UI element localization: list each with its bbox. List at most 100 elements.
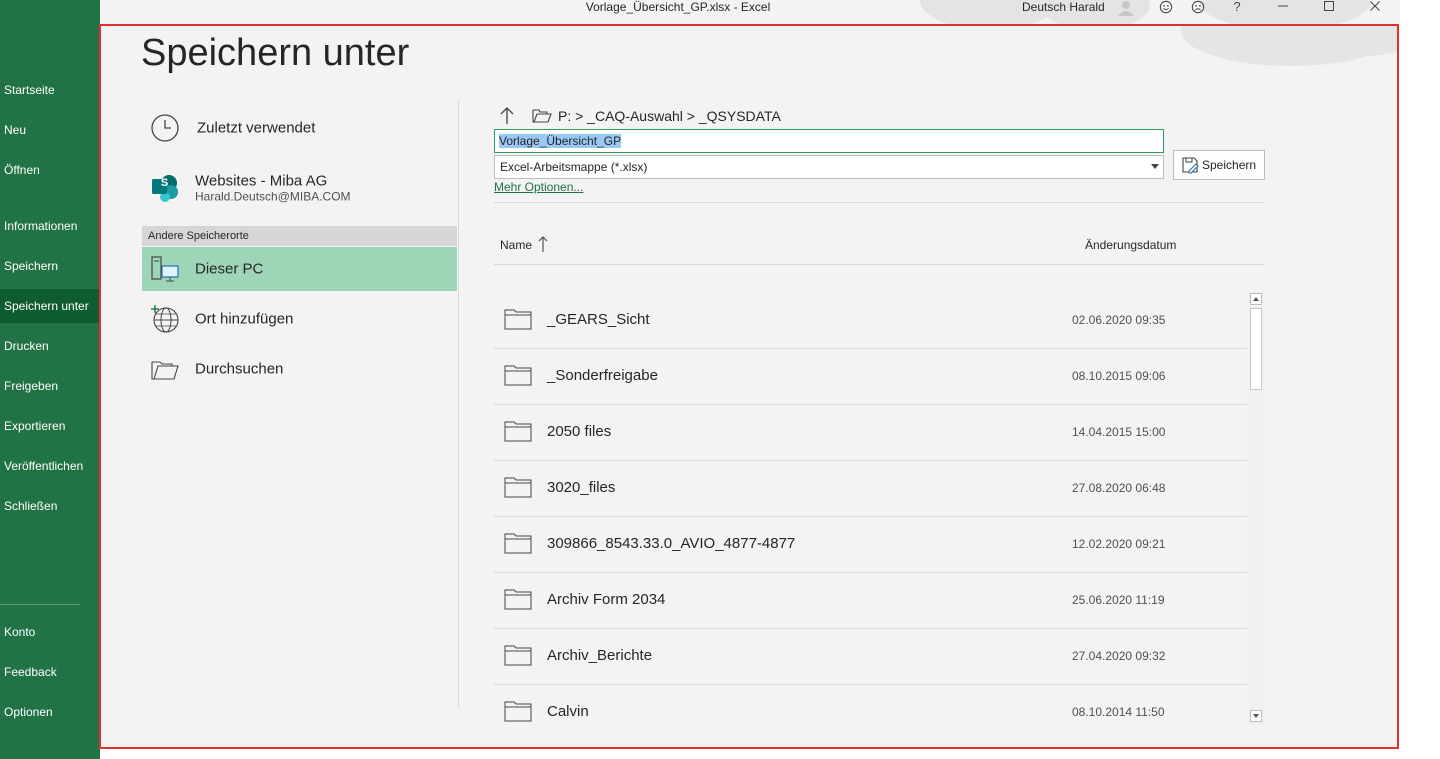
file-name: 309866_8543.33.0_AVIO_4877-4877: [547, 535, 796, 552]
folder-icon: [504, 533, 532, 554]
save-button[interactable]: Speichern: [1173, 150, 1265, 180]
smile-icon[interactable]: [1154, 0, 1178, 14]
location-recent[interactable]: Zuletzt verwendet: [142, 104, 457, 152]
sidebar-item-neu[interactable]: Neu: [0, 113, 100, 147]
save-as-panel: Speichern unter Zuletzt verwendet S Webs…: [99, 24, 1399, 749]
sidebar-item-feedback[interactable]: Feedback: [0, 655, 100, 689]
table-row[interactable]: _Sonderfreigabe 08.10.2015 09:06: [494, 348, 1247, 405]
breadcrumb[interactable]: P: > _CAQ-Auswahl > _QSYSDATA: [558, 104, 781, 128]
sidebar-item-veroeffentlichen[interactable]: Veröffentlichen: [0, 449, 100, 483]
folder-icon: [504, 589, 532, 610]
sidebar-item-startseite[interactable]: Startseite: [0, 73, 100, 107]
sharepoint-badge: S: [160, 177, 169, 189]
computer-icon: [151, 256, 179, 282]
file-name: Calvin: [547, 703, 589, 720]
filetype-value: Excel-Arbeitsmappe (*.xlsx): [500, 160, 648, 174]
sidebar-item-konto[interactable]: Konto: [0, 615, 100, 649]
filename-selected-text: Vorlage_Übersicht_GP: [499, 134, 622, 148]
table-row[interactable]: 309866_8543.33.0_AVIO_4877-4877 12.02.20…: [494, 516, 1247, 573]
folder-icon: [504, 421, 532, 442]
file-date: 08.10.2015 09:06: [1072, 369, 1166, 383]
filename-input[interactable]: Vorlage_Übersicht_GP: [494, 129, 1164, 153]
file-name: Archiv_Berichte: [547, 647, 653, 664]
file-list: _GEARS_Sicht 02.06.2020 09:35 _Sonderfre…: [494, 292, 1249, 734]
sharepoint-title: Websites - Miba AG: [195, 172, 328, 190]
open-folder-icon: [151, 361, 179, 380]
sidebar-item-speichern[interactable]: Speichern: [0, 249, 100, 283]
scroll-up-button[interactable]: [1250, 293, 1262, 305]
sidebar-item-speichern-unter[interactable]: Speichern unter: [0, 289, 100, 323]
save-button-label: Speichern: [1202, 158, 1257, 172]
sidebar-item-oeffnen[interactable]: Öffnen: [0, 153, 100, 187]
sidebar-item-freigeben[interactable]: Freigeben: [0, 369, 100, 403]
location-sharepoint-label: Websites - Miba AG Harald.Deutsch@MIBA.C…: [195, 173, 351, 204]
up-arrow-icon[interactable]: [497, 104, 517, 128]
more-options-link[interactable]: Mehr Optionen...: [494, 180, 583, 194]
sharepoint-account: Harald.Deutsch@MIBA.COM: [195, 189, 351, 204]
file-date: 25.06.2020 11:19: [1072, 593, 1165, 607]
file-date: 14.04.2015 15:00: [1072, 425, 1166, 439]
clock-icon: [151, 114, 179, 142]
folder-icon: [504, 645, 532, 666]
help-icon[interactable]: ?: [1225, 0, 1249, 14]
location-add-place[interactable]: Ort hinzufügen: [142, 296, 457, 342]
folder-icon: [504, 309, 532, 330]
sidebar-item-exportieren[interactable]: Exportieren: [0, 409, 100, 443]
location-add-place-label: Ort hinzufügen: [195, 310, 294, 328]
maximize-icon[interactable]: [1317, 0, 1341, 14]
location-browse[interactable]: Durchsuchen: [142, 346, 457, 392]
location-sharepoint[interactable]: S Websites - Miba AG Harald.Deutsch@MIBA…: [142, 162, 457, 214]
location-browse-label: Durchsuchen: [195, 360, 284, 378]
table-row[interactable]: Archiv Form 2034 25.06.2020 11:19: [494, 572, 1247, 629]
panel-divider: [458, 100, 459, 708]
filetype-select[interactable]: Excel-Arbeitsmappe (*.xlsx): [494, 155, 1164, 179]
globe-add-icon: [151, 305, 179, 333]
save-icon: [1182, 157, 1199, 174]
divider: [494, 202, 1265, 203]
chevron-down-icon: [1151, 164, 1159, 169]
window-edge: [1400, 0, 1440, 759]
minimize-icon[interactable]: [1271, 0, 1295, 14]
file-name: _GEARS_Sicht: [547, 311, 650, 328]
file-date: 12.02.2020 09:21: [1072, 537, 1166, 551]
sort-ascending-icon[interactable]: [538, 235, 548, 253]
table-row[interactable]: Archiv_Berichte 27.04.2020 09:32: [494, 628, 1247, 685]
frown-icon[interactable]: [1186, 0, 1210, 14]
location-this-pc[interactable]: Dieser PC: [142, 247, 457, 291]
title-bar: Vorlage_Übersicht_GP.xlsx - Excel Deutsc…: [100, 0, 1400, 24]
table-row[interactable]: 2050 files 14.04.2015 15:00: [494, 404, 1247, 461]
divider: [494, 264, 1265, 265]
sidebar-item-drucken[interactable]: Drucken: [0, 329, 100, 363]
file-date: 08.10.2014 11:50: [1072, 705, 1165, 719]
table-row[interactable]: 3020_files 27.08.2020 06:48: [494, 460, 1247, 517]
user-name[interactable]: Deutsch Harald: [1022, 0, 1105, 14]
column-header-name[interactable]: Name: [500, 238, 532, 252]
table-row[interactable]: Calvin 08.10.2014 11:50: [494, 684, 1247, 734]
scrollbar[interactable]: [1249, 292, 1265, 725]
avatar-icon[interactable]: [1114, 0, 1138, 16]
scroll-thumb[interactable]: [1250, 308, 1262, 390]
file-name: _Sonderfreigabe: [547, 367, 658, 384]
folder-open-icon: [532, 109, 552, 123]
other-locations-header: Andere Speicherorte: [142, 226, 457, 246]
sidebar-divider: [0, 604, 80, 605]
file-date: 02.06.2020 09:35: [1072, 313, 1166, 327]
file-name: Archiv Form 2034: [547, 591, 666, 608]
location-recent-label: Zuletzt verwendet: [197, 119, 316, 137]
close-icon[interactable]: [1363, 0, 1387, 14]
file-date: 27.08.2020 06:48: [1072, 481, 1166, 495]
page-title: Speichern unter: [141, 32, 410, 74]
file-name: 3020_files: [547, 479, 616, 496]
location-this-pc-label: Dieser PC: [195, 260, 264, 278]
folder-icon: [504, 365, 532, 386]
folder-icon: [504, 477, 532, 498]
column-header-date[interactable]: Änderungsdatum: [1085, 238, 1176, 252]
scroll-down-button[interactable]: [1250, 710, 1262, 722]
arrow-up-icon: [1253, 297, 1259, 301]
table-row[interactable]: _GEARS_Sicht 02.06.2020 09:35: [494, 292, 1247, 349]
sidebar-item-schliessen[interactable]: Schließen: [0, 489, 100, 523]
sidebar-item-optionen[interactable]: Optionen: [0, 695, 100, 729]
file-date: 27.04.2020 09:32: [1072, 649, 1166, 663]
backstage-sidebar: Startseite Neu Öffnen Informationen Spei…: [0, 0, 100, 759]
sidebar-item-informationen[interactable]: Informationen: [0, 209, 100, 243]
